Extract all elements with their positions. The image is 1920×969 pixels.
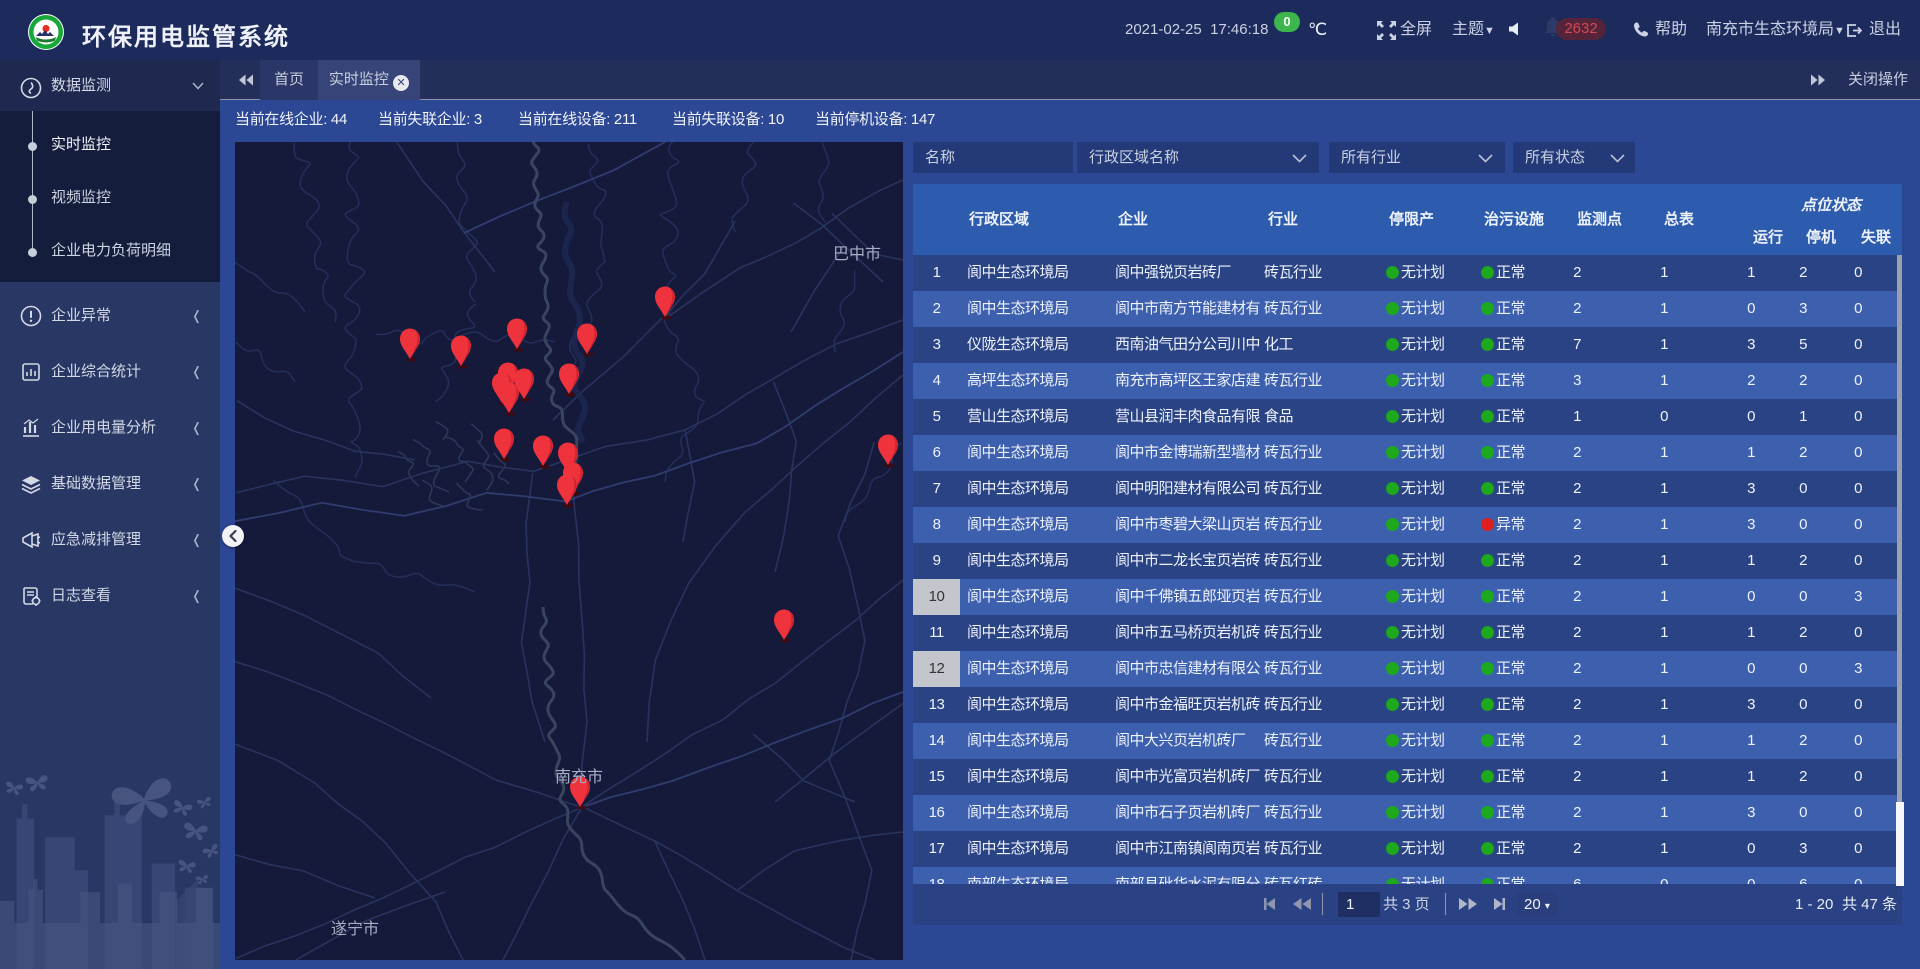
svg-text:遂宁市: 遂宁市 bbox=[331, 920, 379, 938]
svg-text:南充市: 南充市 bbox=[555, 768, 603, 786]
svg-text:巴中市: 巴中市 bbox=[833, 245, 881, 263]
